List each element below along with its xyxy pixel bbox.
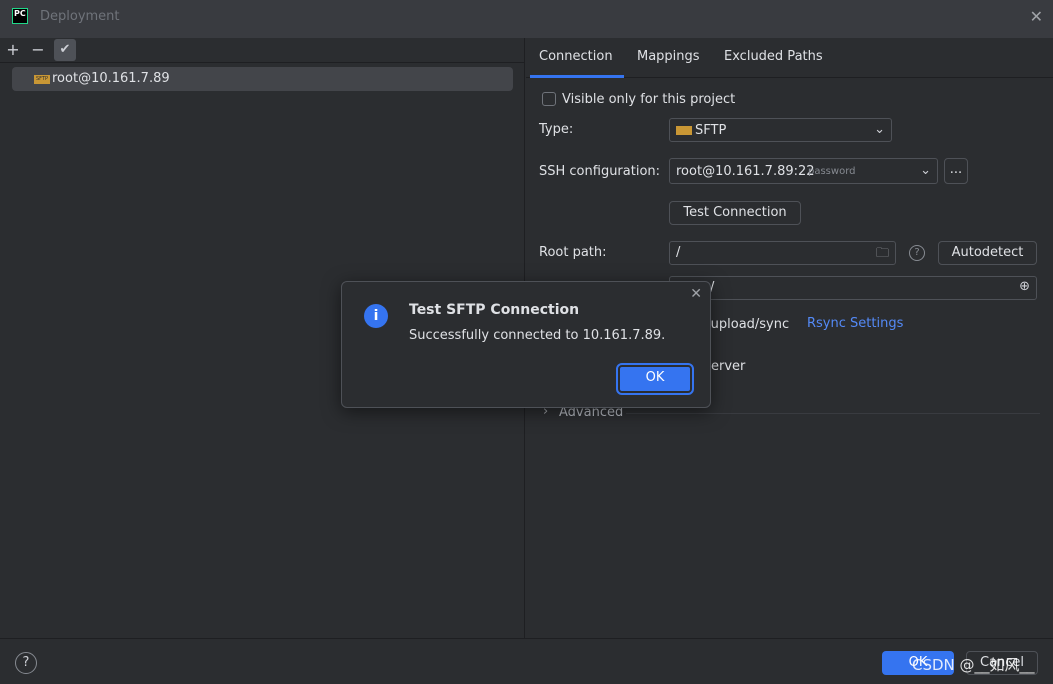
type-value: SFTP: [695, 123, 727, 138]
root-path-input[interactable]: / 🗀: [669, 241, 896, 265]
ssh-config-label: SSH configuration:: [539, 164, 661, 179]
pycharm-logo-icon: PC: [12, 8, 28, 24]
sync-text: d/upload/sync: [698, 317, 790, 332]
close-icon[interactable]: ✕: [690, 286, 702, 302]
globe-icon[interactable]: ⊕: [1019, 279, 1030, 294]
active-tab-indicator: [530, 75, 624, 78]
ssh-config-more-button[interactable]: ...: [944, 158, 968, 184]
help-icon[interactable]: ?: [909, 245, 925, 261]
tab-bar: Connection Mappings Excluded Paths: [526, 38, 1053, 78]
ssh-config-value: root@10.161.7.89:22: [676, 164, 815, 179]
remove-icon[interactable]: −: [27, 39, 49, 61]
type-select[interactable]: SFTP ⌄: [669, 118, 892, 142]
sftp-icon: [676, 126, 692, 135]
window-title: Deployment: [40, 9, 120, 24]
info-icon: i: [364, 304, 388, 328]
rsync-settings-link[interactable]: Rsync Settings: [807, 316, 903, 331]
dialog-ok-button[interactable]: OK: [616, 363, 694, 395]
server-toolbar: + − ✔: [0, 38, 525, 63]
server-list-item[interactable]: SFTP root@10.161.7.89: [12, 67, 513, 91]
sftp-icon: SFTP: [34, 75, 50, 84]
root-path-label: Root path:: [539, 245, 607, 260]
add-icon[interactable]: +: [2, 39, 24, 61]
visible-only-label: Visible only for this project: [562, 92, 736, 107]
tab-excluded-paths[interactable]: Excluded Paths: [724, 49, 823, 64]
root-path-value: /: [676, 245, 681, 260]
title-bar: PC Deployment ✕: [0, 0, 1053, 38]
close-icon[interactable]: ✕: [1030, 7, 1043, 26]
chevron-down-icon: ⌄: [920, 163, 931, 178]
ssh-auth-hint: password: [808, 166, 856, 177]
test-connection-button[interactable]: Test Connection: [669, 201, 801, 225]
autodetect-button[interactable]: Autodetect: [938, 241, 1037, 265]
tab-mappings[interactable]: Mappings: [637, 49, 700, 64]
tab-connection[interactable]: Connection: [539, 49, 613, 64]
chevron-down-icon: ⌄: [874, 122, 885, 137]
divider: [626, 413, 1040, 414]
dialog-title: Test SFTP Connection: [409, 302, 580, 318]
watermark: CSDN @__如风__: [912, 656, 1035, 674]
ssh-config-select[interactable]: root@10.161.7.89:22 password ⌄: [669, 158, 938, 184]
dialog-message: Successfully connected to 10.161.7.89.: [409, 328, 666, 343]
type-label: Type:: [539, 122, 574, 137]
web-server-url-input[interactable]: / ⊕: [669, 276, 1037, 300]
footer: ? OK Cancel: [0, 638, 1053, 684]
help-button[interactable]: ?: [15, 652, 37, 674]
folder-icon[interactable]: 🗀: [876, 244, 889, 266]
set-default-check-icon[interactable]: ✔: [54, 39, 76, 61]
server-text: erver: [711, 359, 746, 374]
server-name: root@10.161.7.89: [52, 71, 170, 86]
visible-only-checkbox[interactable]: [542, 92, 556, 106]
test-connection-dialog: i ✕ Test SFTP Connection Successfully co…: [341, 281, 711, 408]
